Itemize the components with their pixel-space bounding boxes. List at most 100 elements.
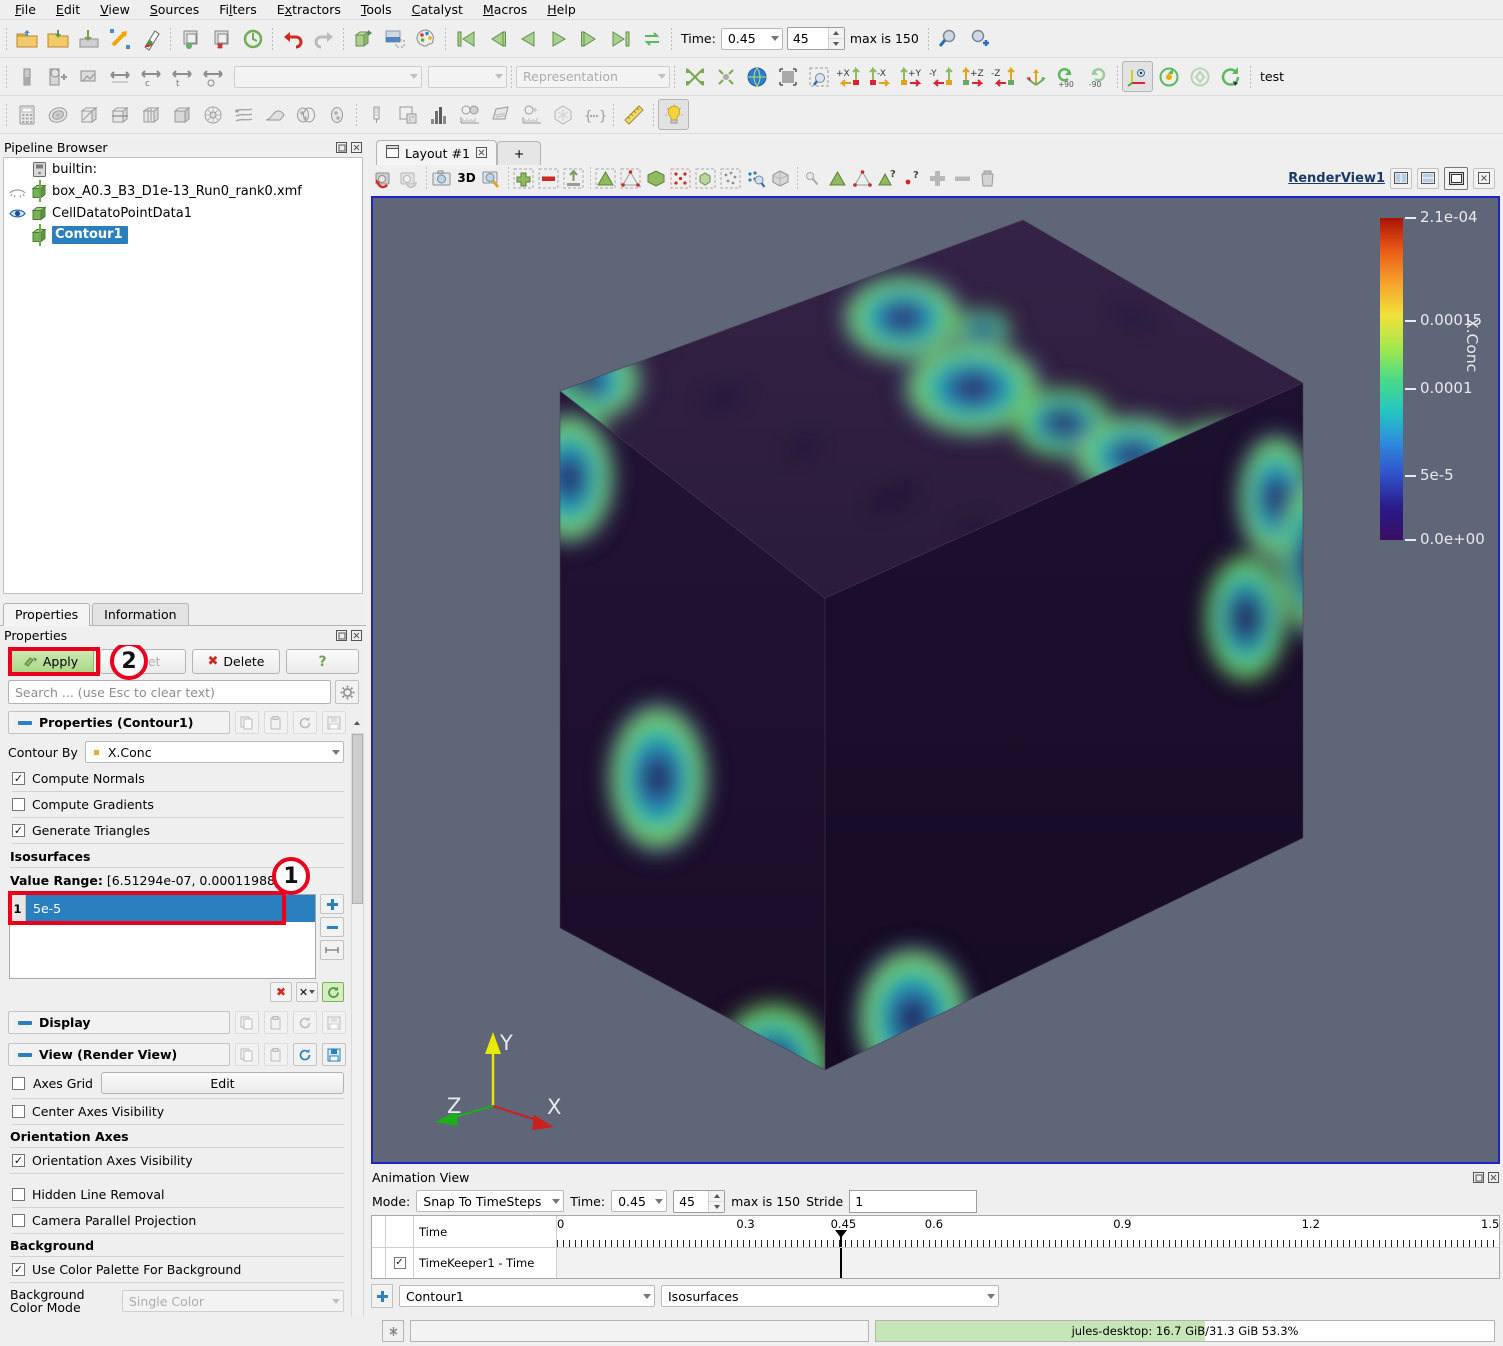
section-properties-header[interactable]: Properties (Contour1) xyxy=(8,711,230,734)
redo-camera-icon[interactable] xyxy=(397,166,422,190)
close-icon[interactable] xyxy=(350,142,362,154)
hidden-line-removal-checkbox[interactable] xyxy=(12,1188,25,1201)
save-state-icon[interactable] xyxy=(73,23,104,54)
remove-isovalue-icon[interactable] xyxy=(320,917,344,937)
ruler-icon[interactable] xyxy=(618,99,649,130)
menu-view[interactable]: View xyxy=(91,0,139,19)
layout-tabstrip[interactable]: Layout #1 + xyxy=(368,138,1503,165)
animation-track-table[interactable]: Time 0 0.3 0.45 0.6 0.9 1.2 1.5 ✓ TimeKeeper1 … xyxy=(371,1215,1500,1279)
select-cells-on-icon[interactable] xyxy=(593,166,618,190)
save-as-default-icon[interactable] xyxy=(322,711,346,734)
split-vertical-icon[interactable] xyxy=(1417,167,1439,189)
color-legend[interactable]: 2.1e-04 0.00015 0.0001 5e-5 0.0e+00 X.Conc xyxy=(1365,206,1485,551)
connect-server-icon[interactable] xyxy=(175,23,206,54)
color-array-combo[interactable] xyxy=(234,65,422,88)
next-frame-icon[interactable] xyxy=(574,23,605,54)
camera-minus-x-icon[interactable]: -X xyxy=(865,61,896,92)
compute-normals-checkbox[interactable]: ✓ xyxy=(12,772,25,785)
use-palette-row[interactable]: ✓ Use Color Palette For Background xyxy=(10,1257,344,1282)
properties-scroll-up[interactable] xyxy=(351,720,363,725)
anim-frame-spin-buttons[interactable] xyxy=(708,1190,725,1212)
camera-plus-z-icon[interactable]: +Z xyxy=(958,61,989,92)
edit-color-map-icon[interactable] xyxy=(42,61,73,92)
color-component-combo[interactable] xyxy=(428,65,507,88)
open-file-icon[interactable] xyxy=(11,23,42,54)
close-view-icon[interactable] xyxy=(1473,167,1495,189)
generate-triangles-checkbox[interactable]: ✓ xyxy=(12,824,25,837)
menu-help[interactable]: Help xyxy=(538,0,585,19)
center-axes-checkbox[interactable] xyxy=(12,1105,25,1118)
compute-gradients-row[interactable]: Compute Gradients xyxy=(12,792,344,817)
threshold-icon[interactable] xyxy=(135,99,166,130)
light-kit-icon[interactable] xyxy=(658,99,689,130)
disconnect-icon[interactable] xyxy=(135,23,166,54)
spin-down-icon[interactable] xyxy=(828,39,844,49)
point-info-icon[interactable]: ? xyxy=(900,166,925,190)
menu-macros[interactable]: Macros xyxy=(474,0,536,19)
camera-rotate-icon[interactable] xyxy=(1184,61,1215,92)
menu-extractors[interactable]: Extractors xyxy=(268,0,350,19)
zoom-selection-icon[interactable] xyxy=(479,166,504,190)
find-data-icon[interactable] xyxy=(933,23,964,54)
point-label-icon[interactable] xyxy=(850,166,875,190)
slice-icon[interactable] xyxy=(104,99,135,130)
section-view-header[interactable]: View (Render View) xyxy=(8,1043,230,1066)
close-layout-icon[interactable] xyxy=(475,146,487,161)
frame-spinbox[interactable]: 45 xyxy=(786,27,845,50)
undock-icon[interactable] xyxy=(1472,1172,1484,1184)
rescale-visible-icon[interactable] xyxy=(197,61,228,92)
rescale-custom-range-icon[interactable]: c xyxy=(135,61,166,92)
scalar-bar-icon[interactable] xyxy=(11,61,42,92)
camera-parallel-projection-checkbox[interactable] xyxy=(12,1214,25,1227)
camera-roll-icon[interactable] xyxy=(1215,61,1246,92)
extract-level-icon[interactable] xyxy=(321,99,352,130)
render-view-name[interactable]: RenderView1 xyxy=(1288,171,1385,186)
rescale-time-icon[interactable]: t xyxy=(166,61,197,92)
menu-sources[interactable]: Sources xyxy=(141,0,208,19)
save-screenshot-icon[interactable] xyxy=(379,23,410,54)
properties-settings-gear-icon[interactable] xyxy=(335,680,359,704)
camera-plus-y-icon[interactable]: +Y xyxy=(896,61,927,92)
tab-information[interactable]: Information xyxy=(92,603,189,625)
frustum-select-cells-icon[interactable] xyxy=(643,166,668,190)
use-color-palette-checkbox[interactable]: ✓ xyxy=(12,1263,25,1276)
search-input[interactable]: Search ... (use Esc to clear text) xyxy=(8,680,331,704)
restore-view-defaults-icon[interactable] xyxy=(293,1043,317,1066)
menu-bar[interactable]: File Edit View Sources Filters Extractor… xyxy=(0,0,1503,20)
programmable-filter-icon[interactable]: {} xyxy=(578,99,609,130)
delete-all-isovalues-icon[interactable]: ✖ xyxy=(270,982,292,1002)
help-button[interactable]: ? xyxy=(286,649,359,674)
reset-center-icon[interactable] xyxy=(772,61,803,92)
animation-source-combo[interactable]: Contour1 xyxy=(399,1285,655,1307)
stream-tracer-icon[interactable] xyxy=(228,99,259,130)
select-points-on-icon[interactable] xyxy=(618,166,643,190)
save-data-icon[interactable] xyxy=(42,23,73,54)
reset-camera-icon[interactable] xyxy=(679,61,710,92)
copy-properties-icon[interactable] xyxy=(235,711,259,734)
contour-by-combo[interactable]: X.Conc xyxy=(84,741,344,763)
time-cursor-handle[interactable] xyxy=(834,1230,847,1238)
connect-icon[interactable] xyxy=(104,23,135,54)
hidden-line-row[interactable]: Hidden Line Removal xyxy=(12,1182,344,1207)
add-animation-track-icon[interactable] xyxy=(371,1284,393,1308)
axes-grid-checkbox[interactable] xyxy=(12,1076,25,1090)
select-blocks-icon[interactable] xyxy=(693,166,718,190)
spin-up-icon[interactable] xyxy=(828,28,844,39)
properties-scrollbar-thumb[interactable] xyxy=(352,734,363,904)
cell-info-icon[interactable]: ? xyxy=(875,166,900,190)
frustum-select-points-icon[interactable] xyxy=(668,166,693,190)
play-reverse-icon[interactable] xyxy=(512,23,543,54)
paste-display-icon[interactable] xyxy=(264,1011,288,1034)
last-frame-icon[interactable] xyxy=(605,23,636,54)
center-on-data-icon[interactable] xyxy=(741,61,772,92)
previous-frame-icon[interactable] xyxy=(481,23,512,54)
delete-isovalue-menu-icon[interactable]: ✕ xyxy=(296,982,318,1002)
section-display-header[interactable]: Display xyxy=(8,1011,230,1034)
clip-icon[interactable] xyxy=(73,99,104,130)
hover-points-icon[interactable] xyxy=(743,166,768,190)
spin-up-icon[interactable] xyxy=(709,1190,725,1202)
add-camera-link-icon[interactable] xyxy=(964,23,995,54)
extract-selection-icon[interactable] xyxy=(348,23,379,54)
render-view-toolbar[interactable]: 3D ? ? RenderView1 xyxy=(368,165,1503,191)
camera-plus-x-icon[interactable]: +X xyxy=(834,61,865,92)
